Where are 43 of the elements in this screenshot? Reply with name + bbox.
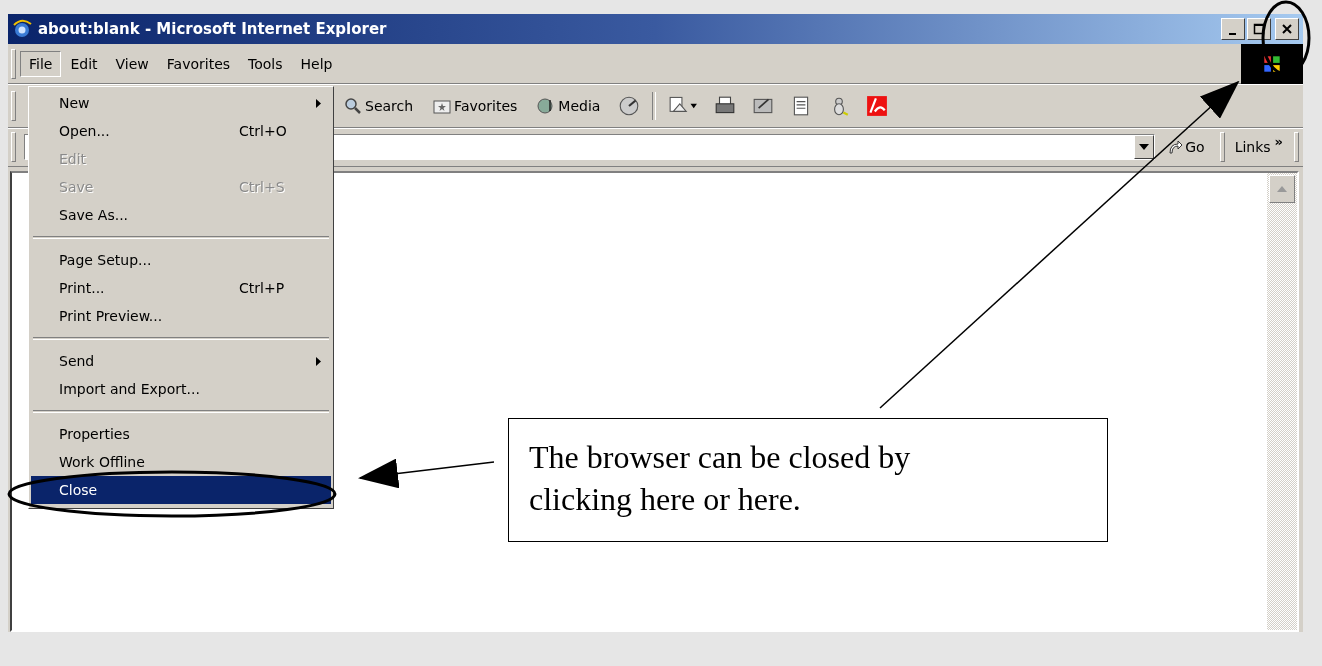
minimize-button[interactable] [1221, 18, 1245, 40]
menu-item[interactable]: Tools [239, 51, 292, 77]
media-icon [537, 97, 556, 115]
toolbar-button[interactable]: Search [338, 95, 420, 117]
menu-entry[interactable]: Send [31, 347, 331, 375]
menu-entry[interactable]: Properties [31, 420, 331, 448]
menu-item[interactable]: Help [291, 51, 342, 77]
menu-entry[interactable]: Open... Ctrl+O [31, 117, 331, 145]
menu-item[interactable]: View [106, 51, 158, 77]
links-button[interactable]: Links [1232, 137, 1271, 157]
close-button[interactable] [1275, 18, 1299, 40]
menu-entry[interactable]: Save As... [31, 201, 331, 229]
scrollbar[interactable] [1267, 173, 1297, 630]
acrobat-icon[interactable] [866, 95, 889, 117]
go-button[interactable]: Go [1159, 137, 1213, 157]
menu-entry[interactable]: Print Preview... [31, 302, 331, 330]
menu-entry[interactable]: Print... Ctrl+P [31, 274, 331, 302]
dropdown-button[interactable] [1134, 135, 1155, 159]
window-title: about:blank - Microsoft Internet Explorer [38, 20, 387, 38]
maximize-icon [1253, 23, 1265, 35]
menu-entry[interactable]: New [31, 89, 331, 117]
menu-item[interactable]: Edit [61, 51, 107, 77]
menu-item[interactable]: Favorites [157, 51, 240, 77]
up-arrow-icon [1277, 186, 1287, 192]
menu-entry[interactable]: Import and Export... [31, 375, 331, 403]
menu-item[interactable]: File [20, 51, 62, 77]
history-icon[interactable] [618, 95, 641, 117]
callout-text: The browser can be closed by clicking here or here. [529, 438, 912, 519]
menu-entry[interactable]: Close [31, 476, 331, 504]
scroll-up-button[interactable] [1269, 175, 1295, 203]
more-chevron[interactable]: » [1274, 134, 1287, 149]
close-icon [1281, 23, 1293, 35]
curved-arrow-icon [1167, 139, 1184, 155]
toolbar-button[interactable]: Favorites [427, 95, 524, 117]
toolbar-button[interactable]: Media [531, 95, 607, 117]
search-icon [344, 97, 362, 115]
flag-logo-icon [1241, 44, 1303, 84]
minimize-icon [1228, 32, 1236, 35]
star-folder-icon [433, 97, 452, 115]
browser-logo-icon [12, 19, 32, 39]
caret-icon [1139, 144, 1150, 150]
menu-entry[interactable]: Page Setup... [31, 246, 331, 274]
menu-entry[interactable]: Work Offline [31, 448, 331, 476]
